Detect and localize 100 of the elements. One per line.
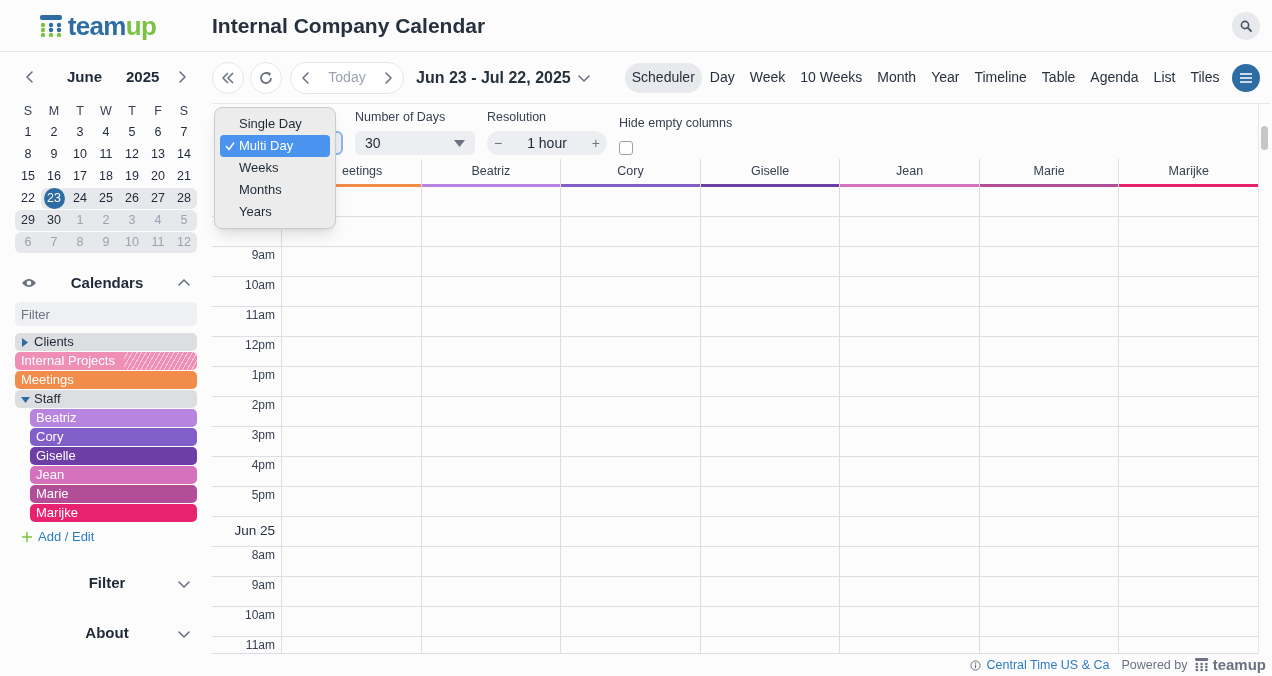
calendar-group[interactable]: Staff	[15, 390, 197, 408]
date-cell[interactable]: 28	[171, 188, 197, 209]
filter-field[interactable]: Filter	[15, 302, 197, 326]
column-header: Marijke	[1167, 163, 1210, 181]
date-cell[interactable]: 18	[93, 166, 119, 187]
date-cell[interactable]: 20	[145, 166, 171, 187]
menu-item[interactable]: Months	[220, 179, 330, 201]
column-header: Beatriz	[470, 163, 512, 181]
date-cell[interactable]: 17	[67, 166, 93, 187]
view-tab[interactable]: Scheduler	[624, 62, 702, 93]
weekday-label: M	[47, 103, 61, 120]
menu-item[interactable]: Years	[220, 201, 330, 223]
time-label: 2pm	[251, 398, 275, 414]
refresh-button[interactable]	[250, 61, 282, 94]
logo-text: teamup	[67, 12, 157, 39]
date-cell[interactable]: 15	[15, 166, 41, 187]
increase-button[interactable]: +	[591, 132, 600, 154]
decrease-button[interactable]: −	[494, 132, 503, 154]
weekday-label: F	[153, 103, 163, 120]
calendar-item[interactable]: Marie	[30, 485, 197, 503]
menu-item[interactable]: Weeks	[220, 157, 330, 179]
date-cell[interactable]: 29	[15, 210, 41, 231]
date-cell[interactable]: 13	[145, 144, 171, 165]
triangle-right-icon	[21, 337, 30, 347]
info-icon	[970, 659, 982, 671]
date-cell[interactable]: 14	[171, 144, 197, 165]
calendar-item[interactable]: Giselle	[30, 447, 197, 465]
section-title[interactable]: Filter	[21, 572, 177, 595]
menu-icon	[1240, 72, 1252, 83]
calendar-item[interactable]: Marijke	[30, 504, 197, 522]
scrollbar-thumb[interactable]	[1261, 126, 1268, 150]
date-cell[interactable]: 7	[171, 122, 197, 143]
number-of-days-select[interactable]: 30	[355, 131, 475, 155]
time-label: 3pm	[251, 428, 275, 444]
date-cell[interactable]: 24	[67, 188, 93, 209]
date-range-button[interactable]: Jun 23 - Jul 22, 2025	[416, 65, 591, 90]
menu-button[interactable]	[1232, 63, 1260, 92]
weekday-label: S	[178, 103, 190, 120]
date-cell[interactable]: 19	[119, 166, 145, 187]
date-cell[interactable]: 4	[93, 122, 119, 143]
resolution-value: 1 hour	[527, 133, 567, 153]
month-label[interactable]: June	[67, 65, 102, 89]
column-header: Cory	[616, 163, 645, 181]
footer-logo-text: teamup	[1212, 654, 1266, 675]
view-tab[interactable]: List	[1146, 62, 1183, 93]
triangle-down-icon	[21, 394, 30, 404]
timezone-link[interactable]: Central Time US & Ca	[970, 655, 1110, 675]
date-cell[interactable]: 25	[93, 188, 119, 209]
view-tab[interactable]: Table	[1034, 62, 1083, 93]
column-header: Jean	[895, 163, 925, 181]
calendar-title: Internal Company Calendar	[212, 12, 486, 39]
weekday-label: S	[22, 103, 34, 120]
date-cell[interactable]: 26	[119, 188, 145, 209]
date-cell[interactable]: 30	[41, 210, 67, 231]
eye-icon[interactable]	[21, 277, 37, 289]
calendar-item[interactable]: Cory	[30, 428, 197, 446]
plus-icon	[22, 531, 32, 542]
date-cell[interactable]: 12	[119, 144, 145, 165]
column-header: eetings	[341, 163, 384, 181]
date-cell[interactable]: 3	[67, 122, 93, 143]
checkbox[interactable]	[619, 141, 633, 155]
view-tab[interactable]: Agenda	[1083, 62, 1146, 93]
date-cell[interactable]: 2	[41, 122, 67, 143]
field-label: Number of Days	[355, 109, 447, 127]
date-cell[interactable]: 11	[93, 144, 119, 165]
date-cell[interactable]: 8	[15, 144, 41, 165]
checkmark-icon	[224, 141, 235, 151]
weekday-label: W	[99, 103, 113, 120]
view-tab[interactable]: Month	[870, 62, 924, 93]
field-label: Resolution	[487, 109, 548, 127]
section-title[interactable]: Calendars	[37, 271, 177, 295]
date-cell[interactable]: 9	[41, 144, 67, 165]
caret-down-icon	[454, 139, 465, 147]
date-cell[interactable]: 23	[41, 188, 67, 209]
menu-item[interactable]: Single Day	[220, 113, 330, 135]
date-cell[interactable]: 1	[15, 122, 41, 143]
view-tab[interactable]: Tiles	[1183, 62, 1227, 93]
date-cell[interactable]: 5	[119, 122, 145, 143]
weekday-label: T	[127, 103, 137, 120]
year-label[interactable]: 2025	[126, 65, 160, 89]
date-cell[interactable]: 21	[171, 166, 197, 187]
search-button[interactable]	[1232, 11, 1260, 40]
date-cell[interactable]: 27	[145, 188, 171, 209]
powered-by-text: Powered by	[1121, 656, 1188, 674]
time-label: 11am	[245, 308, 275, 324]
view-tab[interactable]: Timeline	[967, 62, 1034, 93]
add-edit-link[interactable]: Add / Edit	[22, 527, 197, 547]
view-tab[interactable]: Year	[924, 62, 967, 93]
view-tab[interactable]: Week	[742, 62, 793, 93]
calendar-group[interactable]: Clients	[15, 333, 197, 351]
section-title[interactable]: About	[21, 622, 177, 645]
weekday-label: T	[75, 103, 85, 120]
date-cell[interactable]: 22	[15, 188, 41, 209]
date-cell[interactable]: 10	[67, 144, 93, 165]
column-header: Marie	[1032, 163, 1066, 181]
date-cell[interactable]: 16	[41, 166, 67, 187]
view-tab[interactable]: 10 Weeks	[793, 62, 870, 93]
date-cell[interactable]: 6	[145, 122, 171, 143]
view-tab[interactable]: Day	[702, 62, 742, 93]
time-label: 11am	[245, 638, 275, 653]
